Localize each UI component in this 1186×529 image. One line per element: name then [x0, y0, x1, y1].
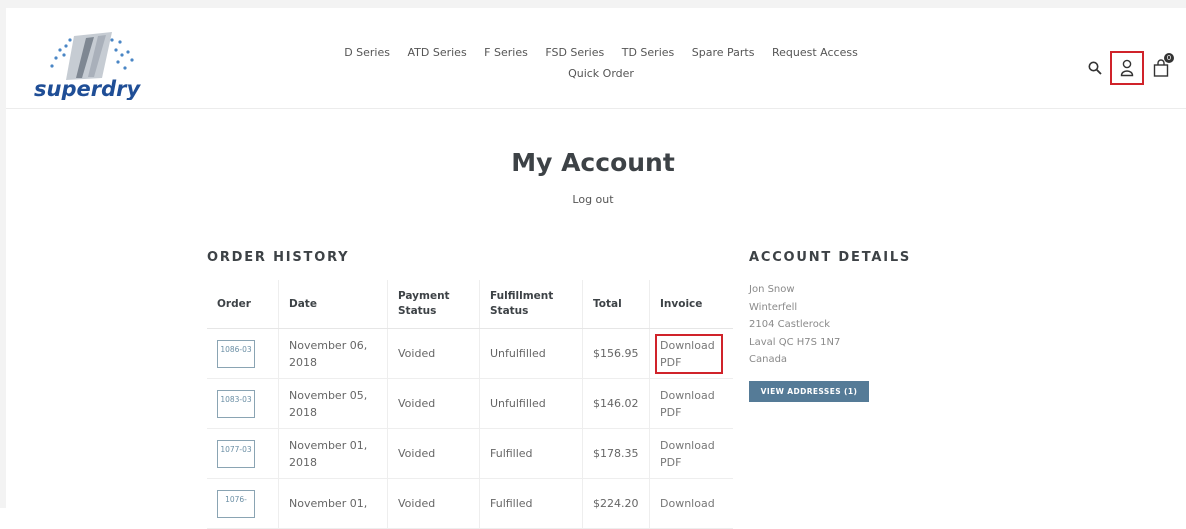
fulfillment-status: Unfulfilled: [479, 328, 583, 379]
nav-quick-order[interactable]: Quick Order: [568, 67, 634, 80]
table-row: 1086-03 November 06, 2018 Voided Unfulfi…: [207, 328, 733, 379]
cart-icon[interactable]: 0: [1150, 53, 1174, 81]
account-country: Canada: [749, 354, 788, 365]
nav-f-series[interactable]: F Series: [484, 46, 528, 59]
table-header-row: Order Date Payment Status Fulfillment St…: [207, 280, 733, 329]
order-total: $178.35: [582, 428, 650, 479]
nav-row-2: Quick Order: [306, 63, 896, 84]
logo-text: superdry: [34, 77, 141, 100]
order-date: November 06, 2018: [278, 328, 388, 379]
main-nav: D Series ATD Series F Series FSD Series …: [306, 42, 896, 84]
order-number-button[interactable]: 1077-03: [217, 439, 255, 468]
account-address-line: Winterfell: [749, 301, 798, 313]
header-icons: 0: [1084, 51, 1174, 85]
account-icon[interactable]: [1110, 51, 1144, 85]
page-title: My Account: [511, 148, 675, 177]
payment-status: Voided: [387, 378, 480, 429]
col-order: Order: [207, 280, 279, 329]
account-address-line: Laval QC H7S 1N7: [749, 336, 841, 348]
nav-row-1: D Series ATD Series F Series FSD Series …: [306, 42, 896, 63]
page-top-border: [0, 0, 1186, 8]
col-date: Date: [278, 280, 388, 329]
download-pdf-link[interactable]: Download PDF: [655, 333, 723, 374]
col-invoice: Invoice: [648, 280, 733, 329]
fulfillment-status: Fulfilled: [479, 478, 583, 529]
superdry-logo[interactable]: superdry: [32, 28, 142, 100]
order-number-button[interactable]: 1083-03: [217, 389, 255, 418]
table-row: 1083-03 November 05, 2018 Voided Unfulfi…: [207, 378, 733, 429]
view-addresses-button[interactable]: VIEW ADDRESSES (1): [749, 381, 869, 402]
account-address-line: 2104 Castlerock: [749, 319, 831, 330]
payment-status: Voided: [387, 478, 480, 529]
order-total: $156.95: [582, 328, 650, 379]
fulfillment-status: Fulfilled: [479, 428, 583, 479]
fulfillment-status: Unfulfilled: [479, 378, 583, 429]
download-pdf-link[interactable]: Download PDF: [660, 387, 723, 421]
account-name: Jon Snow: [749, 284, 795, 295]
order-number-button[interactable]: 1076-: [217, 489, 255, 518]
account-details-title: ACCOUNT DETAILS: [749, 250, 912, 265]
table-row: 1077-03 November 01, 2018 Voided Fulfill…: [207, 428, 733, 479]
nav-request-access[interactable]: Request Access: [772, 46, 858, 59]
logout-link[interactable]: Log out: [0, 193, 1186, 206]
logo-graphic: [50, 32, 134, 80]
order-number-button[interactable]: 1086-03: [217, 339, 255, 368]
order-date: November 01,: [278, 478, 388, 529]
order-history-table: Order Date Payment Status Fulfillment St…: [207, 280, 733, 529]
account-address: Jon Snow Winterfell 2104 Castlerock Lava…: [749, 281, 840, 369]
table-row: 1076- November 01, Voided Fulfilled $224…: [207, 478, 733, 529]
nav-d-series[interactable]: D Series: [344, 46, 390, 59]
payment-status: Voided: [387, 428, 480, 479]
nav-spare-parts[interactable]: Spare Parts: [692, 46, 755, 59]
col-total: Total: [582, 280, 650, 329]
order-history-title: ORDER HISTORY: [207, 250, 350, 265]
nav-atd-series[interactable]: ATD Series: [407, 46, 466, 59]
site-header: superdry D Series ATD Series F Series FS…: [6, 8, 1186, 109]
order-total: $224.20: [582, 478, 650, 529]
col-payment-status: Payment Status: [387, 280, 480, 329]
cart-count-badge: 0: [1164, 53, 1174, 63]
order-total: $146.02: [582, 378, 650, 429]
order-date: November 01, 2018: [278, 428, 388, 479]
download-pdf-link[interactable]: Download PDF: [660, 437, 723, 471]
nav-td-series[interactable]: TD Series: [622, 46, 675, 59]
col-fulfillment-status: Fulfillment Status: [479, 280, 583, 329]
payment-status: Voided: [387, 328, 480, 379]
nav-fsd-series[interactable]: FSD Series: [545, 46, 604, 59]
search-icon[interactable]: [1084, 57, 1106, 79]
order-date: November 05, 2018: [278, 378, 388, 429]
download-pdf-link[interactable]: Download: [660, 495, 715, 512]
